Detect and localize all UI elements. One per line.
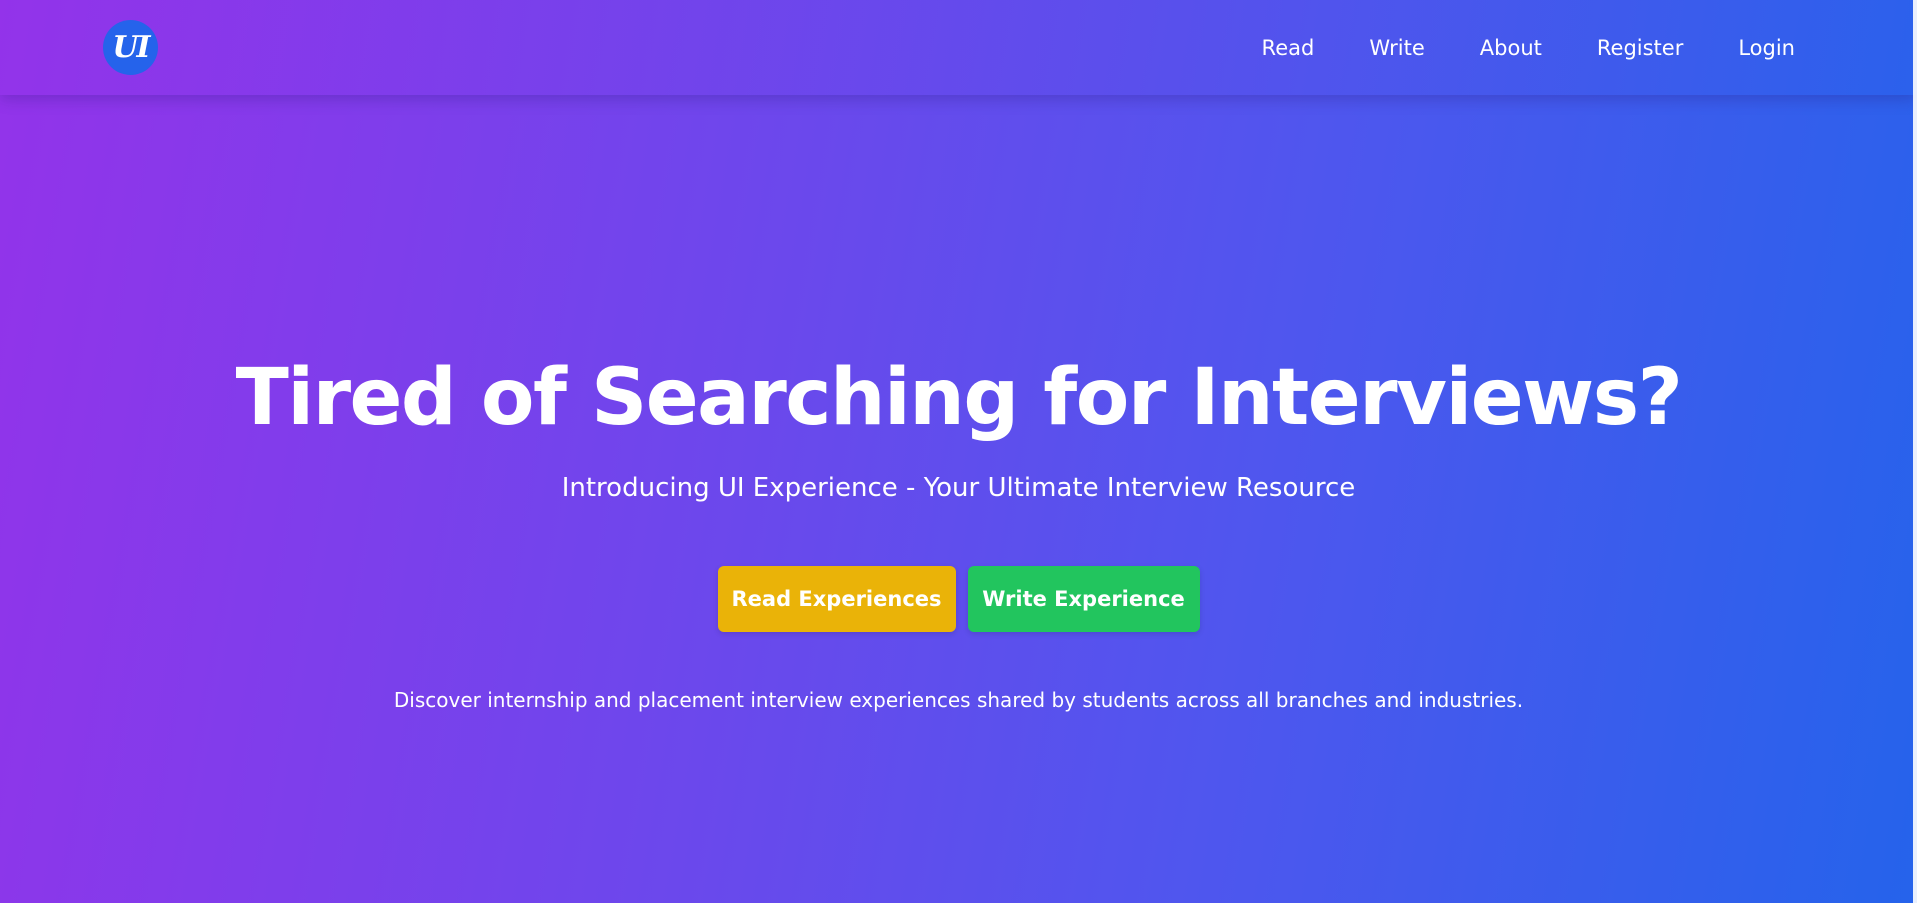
cta-buttons: Read Experiences Write Experience	[717, 566, 1200, 632]
logo-text: UI	[112, 30, 150, 65]
nav-link-write[interactable]: Write	[1369, 36, 1424, 60]
write-experience-button[interactable]: Write Experience	[967, 566, 1200, 632]
navbar: UI Read Write About Register Login	[0, 0, 1917, 95]
nav-links: Read Write About Register Login	[1262, 36, 1795, 60]
hero-description: Discover internship and placement interv…	[393, 688, 1524, 712]
nav-link-register[interactable]: Register	[1597, 36, 1683, 60]
nav-link-read[interactable]: Read	[1262, 36, 1315, 60]
nav-link-login[interactable]: Login	[1738, 36, 1795, 60]
logo-icon[interactable]: UI	[103, 20, 158, 75]
hero-subtitle: Introducing UI Experience - Your Ultimat…	[561, 473, 1356, 503]
hero-title: Tired of Searching for Interviews?	[235, 353, 1683, 443]
hero-section: Tired of Searching for Interviews? Intro…	[0, 95, 1917, 903]
read-experiences-button[interactable]: Read Experiences	[717, 566, 956, 632]
nav-link-about[interactable]: About	[1480, 36, 1542, 60]
scrollbar[interactable]	[1913, 0, 1917, 903]
